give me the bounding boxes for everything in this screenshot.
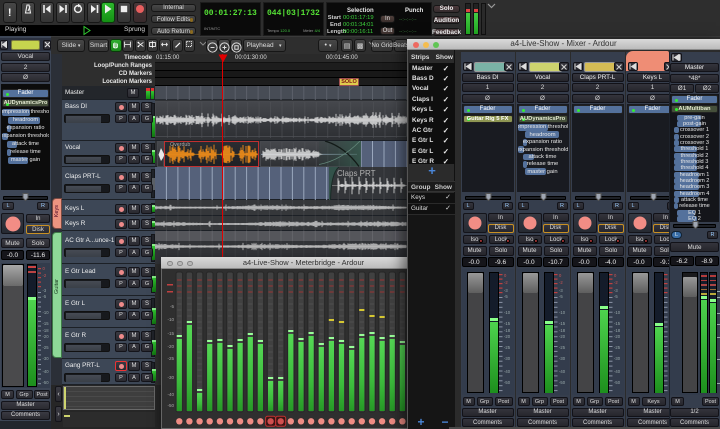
svg-text:-15: -15 (167, 331, 174, 336)
svg-text:-30: -30 (167, 375, 174, 380)
svg-text:-20: -20 (167, 344, 174, 349)
svg-text:-40: -40 (167, 392, 174, 397)
svg-text:-5: -5 (170, 304, 174, 309)
svg-text:-25: -25 (167, 356, 174, 361)
svg-text:-10: -10 (167, 317, 174, 322)
svg-text:-50: -50 (167, 403, 174, 408)
